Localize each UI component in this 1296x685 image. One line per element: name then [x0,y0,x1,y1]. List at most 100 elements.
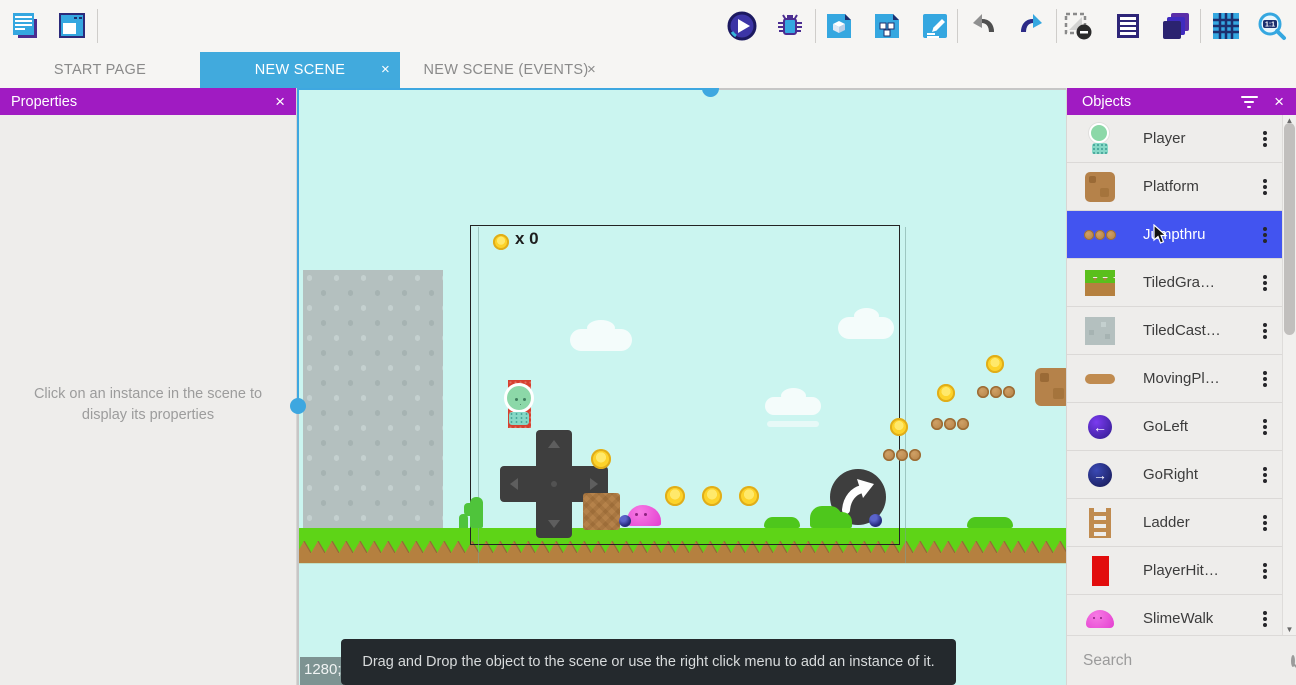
main-toolbar: 1:1 [0,0,1296,52]
object-row-tiledcastle[interactable]: TiledCast… [1067,307,1283,355]
vertical-scrollbar-track[interactable] [297,88,299,400]
start-page-window-icon[interactable] [57,11,87,41]
castle-wall-instance[interactable] [303,270,443,528]
coin-instance[interactable] [665,486,685,506]
hud-coin-icon [493,234,509,250]
project-manager-icon[interactable] [10,11,40,41]
scroll-down-icon[interactable]: ▼ [1283,625,1296,634]
objects-scrollbar[interactable]: ▲ ▼ [1282,115,1296,635]
player-instance[interactable] [504,380,534,428]
play-icon[interactable] [727,11,757,41]
properties-empty-message: Click on an instance in the scene to dis… [0,384,296,426]
properties-panel: Properties × Click on an instance in the… [0,88,297,685]
objects-list: Player Platform Jumpthru TiledGra… [1067,115,1283,635]
pink-slime-icon [1083,601,1117,636]
zoom-1to1-icon[interactable]: 1:1 [1256,11,1288,41]
ladder-icon [1083,505,1117,541]
debugger-bug-icon[interactable] [775,11,805,41]
row-menu-icon[interactable] [1263,521,1267,525]
redo-icon[interactable] [1016,11,1046,41]
coin-instance[interactable] [591,449,611,469]
vertical-scrollbar-handle[interactable] [290,398,306,414]
red-hitbox-icon [1083,553,1117,589]
goright-ball-instance[interactable] [869,514,882,527]
cactus-decoration[interactable] [470,497,483,528]
row-menu-icon[interactable] [1263,233,1267,237]
edit-objects-icon[interactable] [824,11,854,41]
main-area: Properties × Click on an instance in the… [0,88,1296,685]
edit-scene-properties-icon[interactable] [920,11,950,41]
close-icon[interactable]: × [587,61,596,79]
row-menu-icon[interactable] [1263,329,1267,333]
platform-instance[interactable] [1035,368,1066,406]
scene-canvas[interactable]: x 0 [297,88,1066,685]
dpad-down-arrow-icon [548,520,560,528]
tab-new-scene-events[interactable]: NEW SCENE (EVENTS) × [400,52,612,88]
row-menu-icon[interactable] [1263,377,1267,381]
object-row-playerhitbox[interactable]: PlayerHit… [1067,547,1283,595]
horizontal-scrollbar-track[interactable] [711,88,1066,90]
cactus-decoration[interactable] [459,514,468,528]
close-icon[interactable]: × [1274,94,1284,110]
right-arrow-ball-icon: → [1083,457,1117,493]
tab-label: START PAGE [54,62,146,78]
filter-icon[interactable] [1240,96,1258,108]
coin-instance[interactable] [702,486,722,506]
toolbar-divider [815,9,816,43]
object-search-row [1067,635,1296,685]
layers-icon[interactable] [1161,11,1191,41]
jumpthru-instance[interactable] [977,386,1015,398]
goleft-ball-instance[interactable] [619,515,631,527]
edit-object-groups-icon[interactable] [872,11,902,41]
row-menu-icon[interactable] [1263,473,1267,477]
player-alien-icon [1083,121,1117,157]
instances-list-icon[interactable] [1113,11,1143,41]
object-row-goleft[interactable]: ← GoLeft [1067,403,1283,451]
object-row-slimewalk[interactable]: SlimeWalk [1067,595,1283,635]
objects-panel-header: Objects × [1067,88,1296,115]
object-row-goright[interactable]: → GoRight [1067,451,1283,499]
object-row-platform[interactable]: Platform [1067,163,1283,211]
objects-title: Objects [1082,94,1131,110]
object-row-ladder[interactable]: Ladder [1067,499,1283,547]
bush-decoration[interactable] [967,517,1013,528]
platform-instance[interactable] [583,493,620,530]
horizontal-scrollbar-track[interactable] [297,88,711,90]
coin-instance[interactable] [937,384,955,402]
row-menu-icon[interactable] [1263,281,1267,285]
search-input[interactable] [1083,652,1283,670]
row-menu-icon[interactable] [1263,185,1267,189]
moving-platform-icon [1083,361,1117,397]
object-row-jumpthru[interactable]: Jumpthru [1067,211,1283,259]
coin-instance[interactable] [739,486,759,506]
close-icon[interactable]: × [381,61,390,79]
dpad-left-arrow-icon [510,478,518,490]
row-menu-icon[interactable] [1263,617,1267,621]
row-menu-icon[interactable] [1263,569,1267,573]
grid-icon[interactable] [1211,11,1241,41]
vertical-scrollbar-track[interactable] [297,406,299,685]
undo-icon[interactable] [969,11,999,41]
object-row-movingplatform[interactable]: MovingPl… [1067,355,1283,403]
object-row-tiledgrass[interactable]: TiledGra… [1067,259,1283,307]
ground-dirt [297,553,1066,563]
frame-guide-line [905,227,906,563]
row-menu-icon[interactable] [1263,425,1267,429]
bush-decoration[interactable] [764,517,800,528]
tab-new-scene[interactable]: NEW SCENE × [200,52,400,88]
jumpthru-instance[interactable] [883,449,921,461]
toolbar-divider [957,9,958,43]
clear-selection-icon[interactable] [1063,11,1093,41]
bush-decoration[interactable] [810,506,842,528]
object-row-player[interactable]: Player [1067,115,1283,163]
jumpthru-instance[interactable] [931,418,969,430]
player-face [515,398,518,401]
coin-instance[interactable] [890,418,908,436]
svg-text:1:1: 1:1 [1265,22,1275,29]
tab-start-page[interactable]: START PAGE [0,52,200,88]
close-icon[interactable]: × [275,94,285,110]
scrollbar-thumb[interactable] [1284,123,1295,335]
coin-instance[interactable] [986,355,1004,373]
tab-label: NEW SCENE (EVENTS) [424,62,589,78]
row-menu-icon[interactable] [1263,137,1267,141]
